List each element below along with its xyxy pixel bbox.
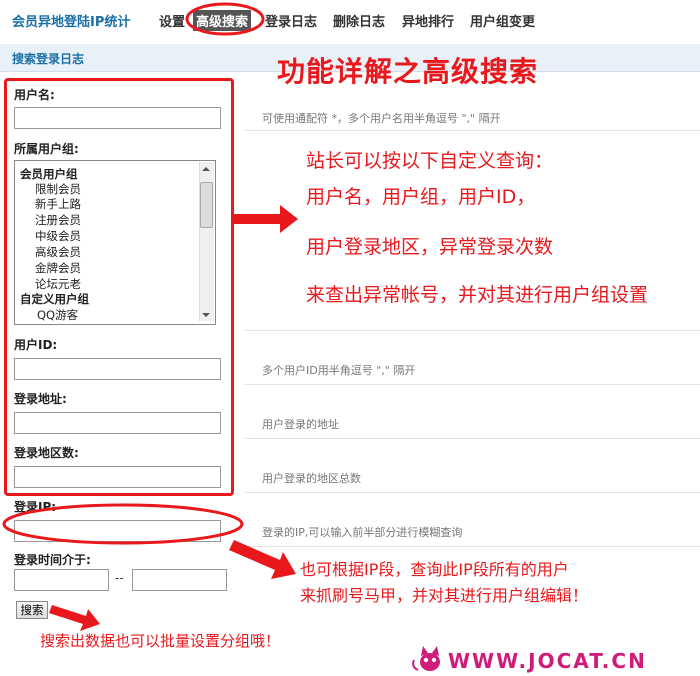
nav-login-log[interactable]: 登录日志 xyxy=(265,11,317,30)
username-hint: 可使用通配符 *，多个用户名用半角逗号 "," 隔开 xyxy=(262,112,501,125)
search-button[interactable]: 搜索 xyxy=(16,601,48,619)
section-title: 搜索登录日志 xyxy=(12,52,85,66)
annotation-line-4: 来查出异常帐号，并对其进行用户组设置 xyxy=(306,284,649,306)
time-from-input[interactable] xyxy=(14,569,109,591)
nav-advanced-search[interactable]: 高级搜索 xyxy=(193,10,252,31)
ip-note-line-1: 也可根据IP段，查询此IP段所有的用户 xyxy=(300,560,569,579)
ip-hint: 登录的IP,可以输入前半部分进行模糊查询 xyxy=(262,526,463,539)
region-count-hint: 用户登录的地区总数 xyxy=(262,472,361,485)
row-divider xyxy=(245,492,700,493)
row-divider xyxy=(245,330,700,331)
app-title[interactable]: 会员异地登陆IP统计 xyxy=(12,11,130,30)
row-divider xyxy=(245,130,700,131)
arrow-to-note-icon xyxy=(49,605,100,631)
annotation-line-1: 站长可以按以下自定义查询： xyxy=(306,150,554,172)
row-divider xyxy=(245,546,700,547)
ip-label: 登录IP: xyxy=(14,500,57,514)
annotation-line-2: 用户名，用户组，用户ID， xyxy=(306,186,536,208)
nav-remote-ranking[interactable]: 异地排行 xyxy=(402,11,454,30)
nav-usergroup-change[interactable]: 用户组变更 xyxy=(470,11,535,30)
address-hint: 用户登录的地址 xyxy=(262,418,339,431)
nav-settings[interactable]: 设置 xyxy=(159,11,185,30)
time-to-input[interactable] xyxy=(132,569,227,591)
time-label: 登录时间介于: xyxy=(14,553,91,567)
row-divider xyxy=(245,438,700,439)
bottom-note: 搜索出数据也可以批量设置分组哦！ xyxy=(40,632,281,650)
row-divider xyxy=(245,384,700,385)
annotation-line-3: 用户登录地区，异常登录次数 xyxy=(306,236,554,258)
ip-note-line-2: 来抓刷号马甲，并对其进行用户组编辑！ xyxy=(300,586,589,605)
watermark: WWW.JOCAT.CN xyxy=(448,649,647,673)
annotation-highlight-box xyxy=(4,78,234,496)
userid-hint: 多个用户ID用半角逗号 "," 隔开 xyxy=(262,364,416,377)
arrow-right-icon xyxy=(233,205,298,233)
nav-delete-log[interactable]: 删除日志 xyxy=(333,11,385,30)
ip-input[interactable] xyxy=(14,520,221,542)
time-separator: -- xyxy=(115,571,124,585)
annotation-heading: 功能详解之高级搜索 xyxy=(277,55,539,88)
cat-logo-icon xyxy=(412,646,440,671)
